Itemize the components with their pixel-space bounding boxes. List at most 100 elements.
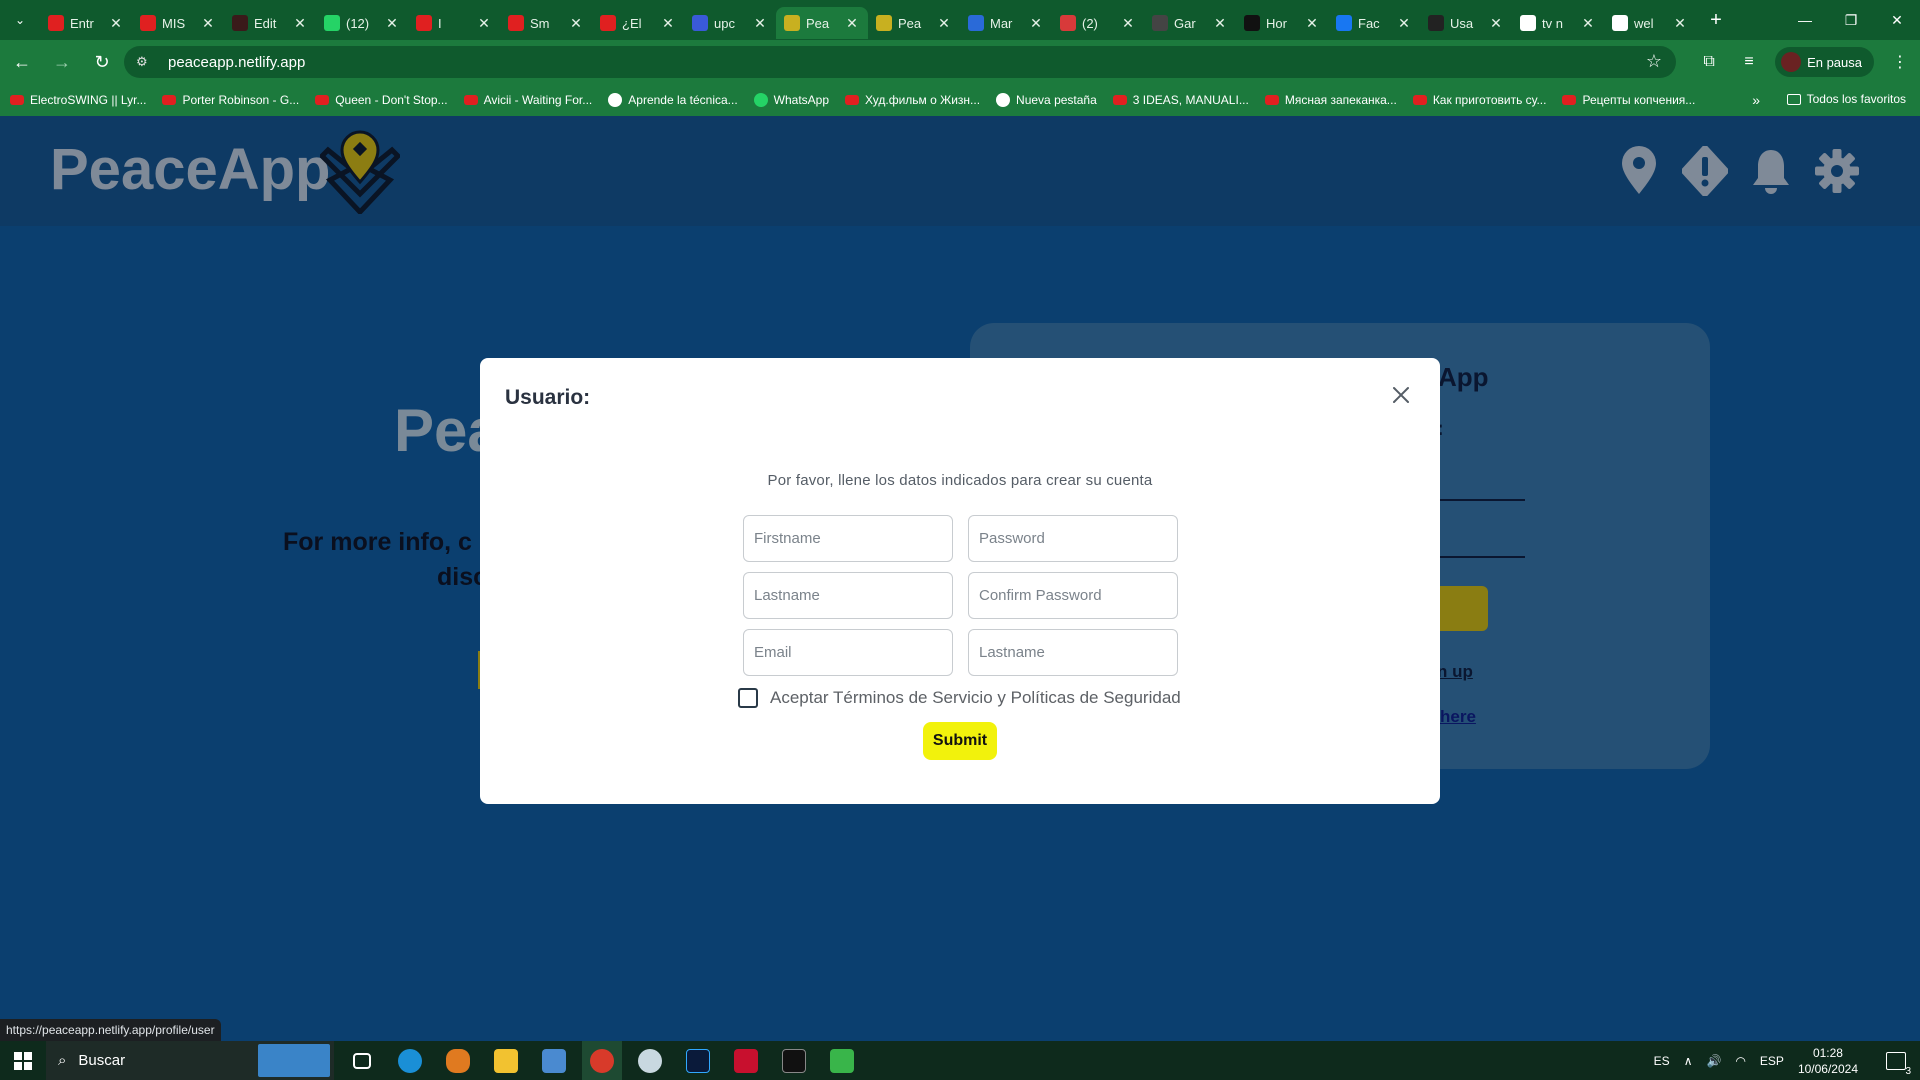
browser-tab[interactable]: Sm ✕ bbox=[500, 7, 592, 39]
confirm-password-field[interactable] bbox=[968, 572, 1178, 619]
tab-close-icon[interactable]: ✕ bbox=[1120, 15, 1136, 32]
rider-icon[interactable] bbox=[726, 1041, 766, 1080]
bookmark-item[interactable]: Рецепты копчения... bbox=[1562, 93, 1695, 107]
tab-close-icon[interactable]: ✕ bbox=[1488, 15, 1504, 32]
bookmark-item[interactable]: WhatsApp bbox=[753, 93, 829, 107]
password-field[interactable] bbox=[968, 515, 1178, 562]
browser-menu-icon[interactable]: ⋮ bbox=[1880, 42, 1920, 82]
bookmark-item[interactable]: Avicii - Waiting For... bbox=[463, 93, 592, 107]
tab-close-icon[interactable]: ✕ bbox=[476, 15, 492, 32]
lastname-field[interactable] bbox=[743, 572, 953, 619]
tab-close-icon[interactable]: ✕ bbox=[1028, 15, 1044, 32]
tab-close-icon[interactable]: ✕ bbox=[1396, 15, 1412, 32]
browser-tab[interactable]: Pea ✕ bbox=[776, 7, 868, 39]
media-control-icon[interactable]: ≡ bbox=[1729, 42, 1769, 82]
task-view-icon[interactable] bbox=[342, 1041, 382, 1080]
bell-icon[interactable] bbox=[1748, 146, 1794, 196]
browser-tab[interactable]: ¿El ✕ bbox=[592, 7, 684, 39]
browser-tab[interactable]: Fac ✕ bbox=[1328, 7, 1420, 39]
volume-icon[interactable]: 🔊 bbox=[1706, 1054, 1721, 1068]
camtasia-icon[interactable] bbox=[822, 1041, 862, 1080]
paint-app-icon[interactable] bbox=[534, 1041, 574, 1080]
tab-close-icon[interactable]: ✕ bbox=[568, 15, 584, 32]
tab-close-icon[interactable]: ✕ bbox=[1304, 15, 1320, 32]
browser-tab[interactable]: Hor ✕ bbox=[1236, 7, 1328, 39]
browser-tab[interactable]: upc ✕ bbox=[684, 7, 776, 39]
tab-close-icon[interactable]: ✕ bbox=[1580, 15, 1596, 32]
tab-close-icon[interactable]: ✕ bbox=[844, 15, 860, 32]
paint-palette-icon[interactable] bbox=[630, 1041, 670, 1080]
terms-checkbox[interactable] bbox=[738, 688, 758, 708]
tab-close-icon[interactable]: ✕ bbox=[936, 15, 952, 32]
browser-tab[interactable]: Pea ✕ bbox=[868, 7, 960, 39]
browser-tab[interactable]: wel ✕ bbox=[1604, 7, 1696, 39]
clock[interactable]: 01:28 10/06/2024 bbox=[1798, 1045, 1872, 1077]
bookmark-item[interactable]: Aprende la técnica... bbox=[608, 93, 738, 107]
restore-button[interactable]: ❐ bbox=[1828, 0, 1874, 40]
all-bookmarks-button[interactable]: Todos los favoritos bbox=[1786, 92, 1906, 106]
tab-close-icon[interactable]: ✕ bbox=[660, 15, 676, 32]
file-explorer-icon[interactable] bbox=[486, 1041, 526, 1080]
tab-search-button[interactable]: ⌄ bbox=[0, 0, 40, 40]
settings-gear-icon[interactable] bbox=[1814, 146, 1860, 196]
browser-tab[interactable]: Gar ✕ bbox=[1144, 7, 1236, 39]
start-button[interactable] bbox=[0, 1041, 46, 1080]
bookmark-item[interactable]: ElectroSWING || Lyr... bbox=[10, 93, 146, 107]
tab-close-icon[interactable]: ✕ bbox=[108, 15, 124, 32]
tab-close-icon[interactable]: ✕ bbox=[384, 15, 400, 32]
tab-close-icon[interactable]: ✕ bbox=[292, 15, 308, 32]
forward-button[interactable]: → bbox=[44, 44, 80, 80]
bookmark-item[interactable]: 3 IDEAS, MANUALI... bbox=[1112, 93, 1249, 107]
bookmark-star-icon[interactable]: ☆ bbox=[1646, 51, 1662, 72]
edge-icon[interactable] bbox=[390, 1041, 430, 1080]
bookmark-item[interactable]: Porter Robinson - G... bbox=[162, 93, 299, 107]
location-pin-icon[interactable] bbox=[1616, 146, 1662, 196]
site-info-icon[interactable]: ⚙ bbox=[136, 54, 156, 70]
photoshop-icon[interactable] bbox=[678, 1041, 718, 1080]
browser-tab[interactable]: (12) ✕ bbox=[316, 7, 408, 39]
minimize-button[interactable]: — bbox=[1782, 0, 1828, 40]
more-bookmarks-icon[interactable]: » bbox=[1752, 92, 1760, 108]
tab-close-icon[interactable]: ✕ bbox=[1212, 15, 1228, 32]
bookmark-item[interactable]: Nueva pestaña bbox=[996, 93, 1097, 107]
keyboard-layout[interactable]: ESP bbox=[1760, 1054, 1784, 1068]
submit-button[interactable]: Submit bbox=[923, 722, 997, 760]
notifications-icon[interactable]: 3 bbox=[1886, 1051, 1911, 1077]
wifi-icon[interactable]: ◠ bbox=[1735, 1054, 1745, 1068]
browser-tab[interactable]: Entr ✕ bbox=[40, 7, 132, 39]
browser-tab[interactable]: Usa ✕ bbox=[1420, 7, 1512, 39]
input-language[interactable]: ES bbox=[1654, 1054, 1670, 1068]
browser-tab[interactable]: MIS ✕ bbox=[132, 7, 224, 39]
bookmark-item[interactable]: Мясная запеканка... bbox=[1264, 93, 1397, 107]
tray-overflow-icon[interactable]: ∧ bbox=[1684, 1054, 1693, 1068]
browser-tab[interactable]: I ✕ bbox=[408, 7, 500, 39]
chrome-icon[interactable] bbox=[582, 1041, 622, 1080]
close-window-button[interactable]: ✕ bbox=[1874, 0, 1920, 40]
email-field[interactable] bbox=[743, 629, 953, 676]
tab-close-icon[interactable]: ✕ bbox=[752, 15, 768, 32]
tab-close-icon[interactable]: ✕ bbox=[200, 15, 216, 32]
reload-button[interactable]: ↻ bbox=[84, 44, 120, 80]
fl-studio-icon[interactable] bbox=[438, 1041, 478, 1080]
bookmark-item[interactable]: Худ.фильм о Жизн... bbox=[845, 93, 980, 107]
close-icon[interactable] bbox=[1390, 384, 1412, 406]
bookmark-item[interactable]: Queen - Don't Stop... bbox=[315, 93, 448, 107]
browser-tab[interactable]: Mar ✕ bbox=[960, 7, 1052, 39]
alert-icon[interactable] bbox=[1682, 146, 1728, 196]
new-tab-button[interactable]: + bbox=[1700, 4, 1732, 36]
terms-label[interactable]: Aceptar Términos de Servicio y Políticas… bbox=[770, 688, 1181, 708]
browser-tab[interactable]: Edit ✕ bbox=[224, 7, 316, 39]
second-lastname-field[interactable] bbox=[968, 629, 1178, 676]
bookmark-item[interactable]: Как приготовить су... bbox=[1412, 93, 1546, 107]
browser-tab[interactable]: tv n ✕ bbox=[1512, 7, 1604, 39]
back-button[interactable]: ← bbox=[4, 44, 40, 80]
address-bar[interactable]: ⚙ peaceapp.netlify.app ☆ bbox=[124, 46, 1676, 78]
tab-close-icon[interactable]: ✕ bbox=[1672, 15, 1688, 32]
firstname-field[interactable] bbox=[743, 515, 953, 562]
browser-tab[interactable]: (2) ✕ bbox=[1052, 7, 1144, 39]
extensions-icon[interactable]: ⧉ bbox=[1689, 42, 1729, 82]
profile-button[interactable]: En pausa bbox=[1775, 47, 1874, 77]
taskbar-search[interactable]: ⌕ Buscar bbox=[46, 1041, 334, 1080]
terminal-icon[interactable] bbox=[774, 1041, 814, 1080]
brand-name[interactable]: PeaceApp bbox=[50, 136, 330, 203]
